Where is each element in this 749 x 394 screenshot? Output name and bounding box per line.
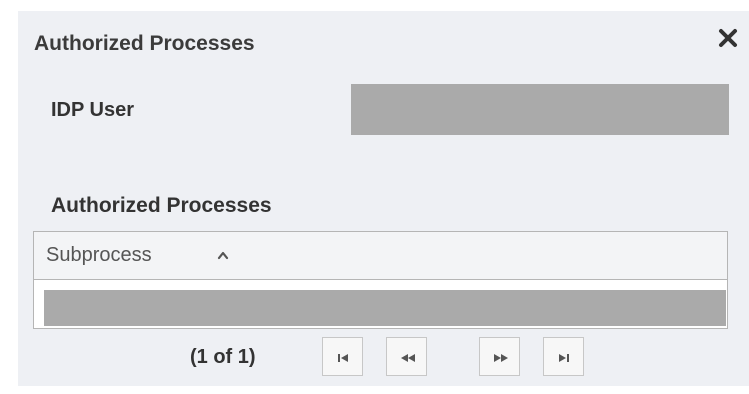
close-icon[interactable] xyxy=(717,27,739,49)
first-page-icon xyxy=(338,354,348,362)
idp-user-value xyxy=(351,84,729,135)
dialog-title: Authorized Processes xyxy=(34,32,255,55)
authorized-processes-dialog: Authorized Processes IDP User Authorized… xyxy=(18,11,749,386)
subprocess-column-header[interactable]: Subprocess xyxy=(34,232,727,280)
last-page-button[interactable] xyxy=(543,337,584,376)
pager-page-count: (1 of 1) xyxy=(190,346,256,368)
next-page-icon xyxy=(494,354,508,362)
authorized-processes-heading: Authorized Processes xyxy=(51,194,272,217)
idp-user-label: IDP User xyxy=(51,99,135,121)
first-page-button[interactable] xyxy=(322,337,363,376)
subprocess-column-label: Subprocess xyxy=(46,244,152,266)
previous-page-icon xyxy=(401,354,415,362)
next-page-button[interactable] xyxy=(479,337,520,376)
last-page-icon xyxy=(559,354,569,362)
authorized-processes-table: Subprocess xyxy=(33,231,728,329)
table-row[interactable] xyxy=(44,290,726,326)
sort-ascending-icon xyxy=(217,248,229,260)
previous-page-button[interactable] xyxy=(386,337,427,376)
